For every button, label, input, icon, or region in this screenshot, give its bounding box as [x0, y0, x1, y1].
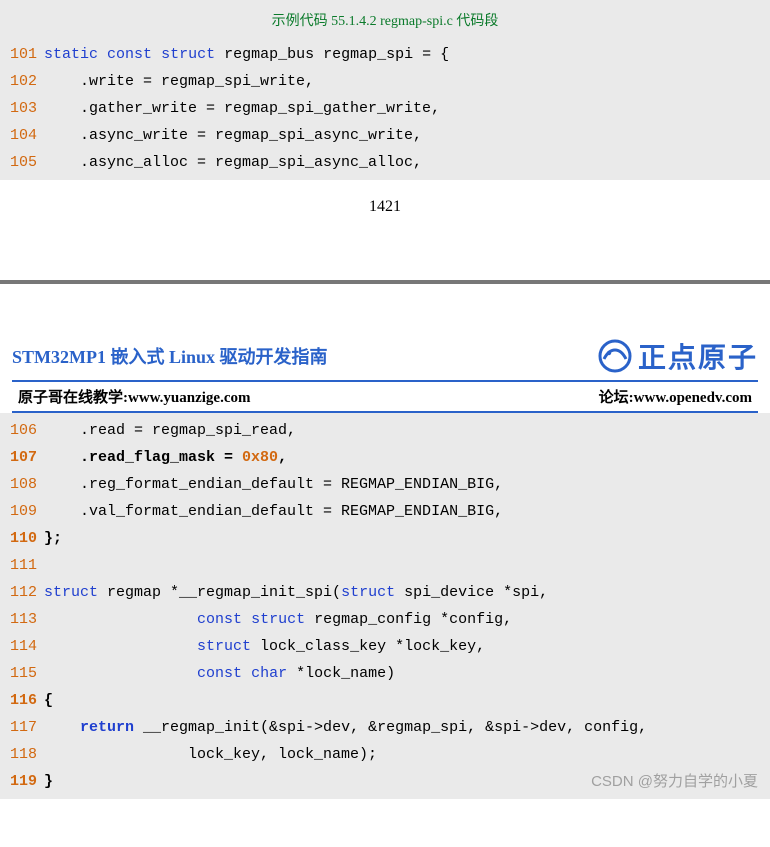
- code-text: {: [44, 687, 770, 714]
- code-line: 113 const struct regmap_config *config,: [0, 606, 770, 633]
- code-text: return __regmap_init(&spi->dev, &regmap_…: [44, 714, 770, 741]
- line-number: 115: [0, 660, 44, 687]
- page-number: 1421: [0, 180, 770, 276]
- code-line: 112struct regmap *__regmap_init_spi(stru…: [0, 579, 770, 606]
- line-number: 104: [0, 122, 44, 149]
- line-number: 114: [0, 633, 44, 660]
- code-block-bottom: 106 .read = regmap_spi_read, 107 .read_f…: [0, 413, 770, 799]
- line-number: 116: [0, 687, 44, 714]
- line-number: 112: [0, 579, 44, 606]
- line-number: 103: [0, 95, 44, 122]
- code-title: 示例代码 55.1.4.2 regmap-spi.c 代码段: [0, 4, 770, 41]
- line-number: 108: [0, 471, 44, 498]
- code-line: 106 .read = regmap_spi_read,: [0, 417, 770, 444]
- code-text: lock_key, lock_name);: [44, 741, 770, 768]
- line-number: 106: [0, 417, 44, 444]
- code-text: .gather_write = regmap_spi_gather_write,: [44, 95, 770, 122]
- line-number: 101: [0, 41, 44, 68]
- forum-link: 论坛:www.openedv.com: [599, 386, 752, 407]
- code-text: }: [44, 768, 770, 795]
- code-text: struct lock_class_key *lock_key,: [44, 633, 770, 660]
- page-break: [0, 280, 770, 316]
- code-text: .read_flag_mask = 0x80,: [44, 444, 770, 471]
- code-line: 104 .async_write = regmap_spi_async_writ…: [0, 122, 770, 149]
- code-text: .val_format_endian_default = REGMAP_ENDI…: [44, 498, 770, 525]
- code-text: .write = regmap_spi_write,: [44, 68, 770, 95]
- code-line: 117 return __regmap_init(&spi->dev, &reg…: [0, 714, 770, 741]
- code-line: 115 const char *lock_name): [0, 660, 770, 687]
- code-line: 119}: [0, 768, 770, 795]
- line-number: 110: [0, 525, 44, 552]
- line-number: 107: [0, 444, 44, 471]
- document-title: STM32MP1 嵌入式 Linux 驱动开发指南: [12, 343, 328, 369]
- line-number: 113: [0, 606, 44, 633]
- code-line: 102 .write = regmap_spi_write,: [0, 68, 770, 95]
- code-text: };: [44, 525, 770, 552]
- brand-logo: 正点原子: [598, 336, 758, 376]
- code-text: const char *lock_name): [44, 660, 770, 687]
- code-text: [44, 552, 770, 579]
- code-line: 111: [0, 552, 770, 579]
- line-number: 109: [0, 498, 44, 525]
- line-number: 117: [0, 714, 44, 741]
- atom-icon: [598, 339, 632, 373]
- code-line: 116{: [0, 687, 770, 714]
- code-text: .async_alloc = regmap_spi_async_alloc,: [44, 149, 770, 176]
- line-number: 118: [0, 741, 44, 768]
- code-text: static const struct regmap_bus regmap_sp…: [44, 41, 770, 68]
- code-text: .read = regmap_spi_read,: [44, 417, 770, 444]
- code-line: 108 .reg_format_endian_default = REGMAP_…: [0, 471, 770, 498]
- line-number: 111: [0, 552, 44, 579]
- code-line: 103 .gather_write = regmap_spi_gather_wr…: [0, 95, 770, 122]
- code-text: struct regmap *__regmap_init_spi(struct …: [44, 579, 770, 606]
- line-number: 119: [0, 768, 44, 795]
- code-text: .async_write = regmap_spi_async_write,: [44, 122, 770, 149]
- code-line: 101 static const struct regmap_bus regma…: [0, 41, 770, 68]
- brand-name: 正点原子: [638, 336, 758, 376]
- code-text: .reg_format_endian_default = REGMAP_ENDI…: [44, 471, 770, 498]
- line-number: 105: [0, 149, 44, 176]
- code-line: 114 struct lock_class_key *lock_key,: [0, 633, 770, 660]
- document-header: STM32MP1 嵌入式 Linux 驱动开发指南 正点原子: [0, 316, 770, 376]
- code-line: 107 .read_flag_mask = 0x80,: [0, 444, 770, 471]
- sub-header-bar: 原子哥在线教学:www.yuanzige.com 论坛:www.openedv.…: [12, 380, 758, 413]
- code-line: 110};: [0, 525, 770, 552]
- code-line: 105 .async_alloc = regmap_spi_async_allo…: [0, 149, 770, 176]
- line-number: 102: [0, 68, 44, 95]
- code-text: const struct regmap_config *config,: [44, 606, 770, 633]
- teaching-link: 原子哥在线教学:www.yuanzige.com: [18, 386, 251, 407]
- code-block-top: 示例代码 55.1.4.2 regmap-spi.c 代码段 101 stati…: [0, 0, 770, 180]
- code-line: 109 .val_format_endian_default = REGMAP_…: [0, 498, 770, 525]
- code-line: 118 lock_key, lock_name);: [0, 741, 770, 768]
